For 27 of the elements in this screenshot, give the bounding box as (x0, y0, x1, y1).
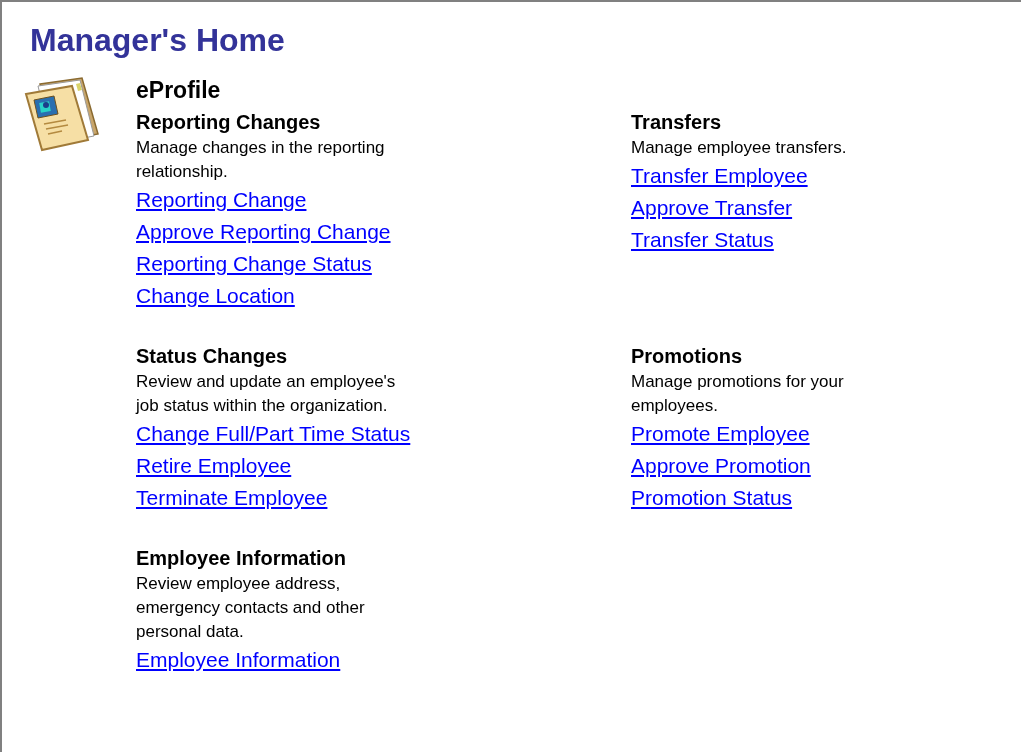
nav-link[interactable]: Terminate Employee (136, 482, 328, 514)
section-title: Promotions (631, 344, 743, 369)
nav-link[interactable]: Retire Employee (136, 450, 292, 482)
nav-link[interactable]: Reporting Change Status (136, 248, 372, 280)
section-description: Review employee address, emergency contacts and other personal data. (136, 573, 365, 643)
section-title: Transfers (631, 110, 722, 135)
nav-link[interactable]: Reporting Change (136, 184, 307, 216)
section-description: Manage changes in the reporting relationship. (136, 137, 385, 183)
nav-link[interactable]: Change Location (136, 280, 295, 312)
nav-link[interactable]: Approve Promotion (631, 450, 811, 482)
module-title: eProfile (136, 76, 221, 104)
nav-link[interactable]: Approve Transfer (631, 192, 793, 224)
nav-link[interactable]: Employee Information (136, 644, 341, 676)
nav-link[interactable]: Change Full/Part Time Status (136, 418, 411, 450)
section-title: Reporting Changes (136, 110, 321, 135)
page-title: Manager's Home (30, 21, 285, 60)
section-description: Manage promotions for your employees. (631, 371, 844, 417)
profile-folder-icon (22, 74, 102, 154)
nav-link[interactable]: Promotion Status (631, 482, 793, 514)
section-description: Manage employee transfers. (631, 137, 847, 159)
nav-link[interactable]: Promote Employee (631, 418, 810, 450)
section-description: Review and update an employee's job status within the organization. (136, 371, 396, 417)
nav-link[interactable]: Approve Reporting Change (136, 216, 391, 248)
section-title: Employee Information (136, 546, 347, 571)
nav-link[interactable]: Transfer Employee (631, 160, 808, 192)
nav-link[interactable]: Transfer Status (631, 224, 774, 256)
section-title: Status Changes (136, 344, 288, 369)
